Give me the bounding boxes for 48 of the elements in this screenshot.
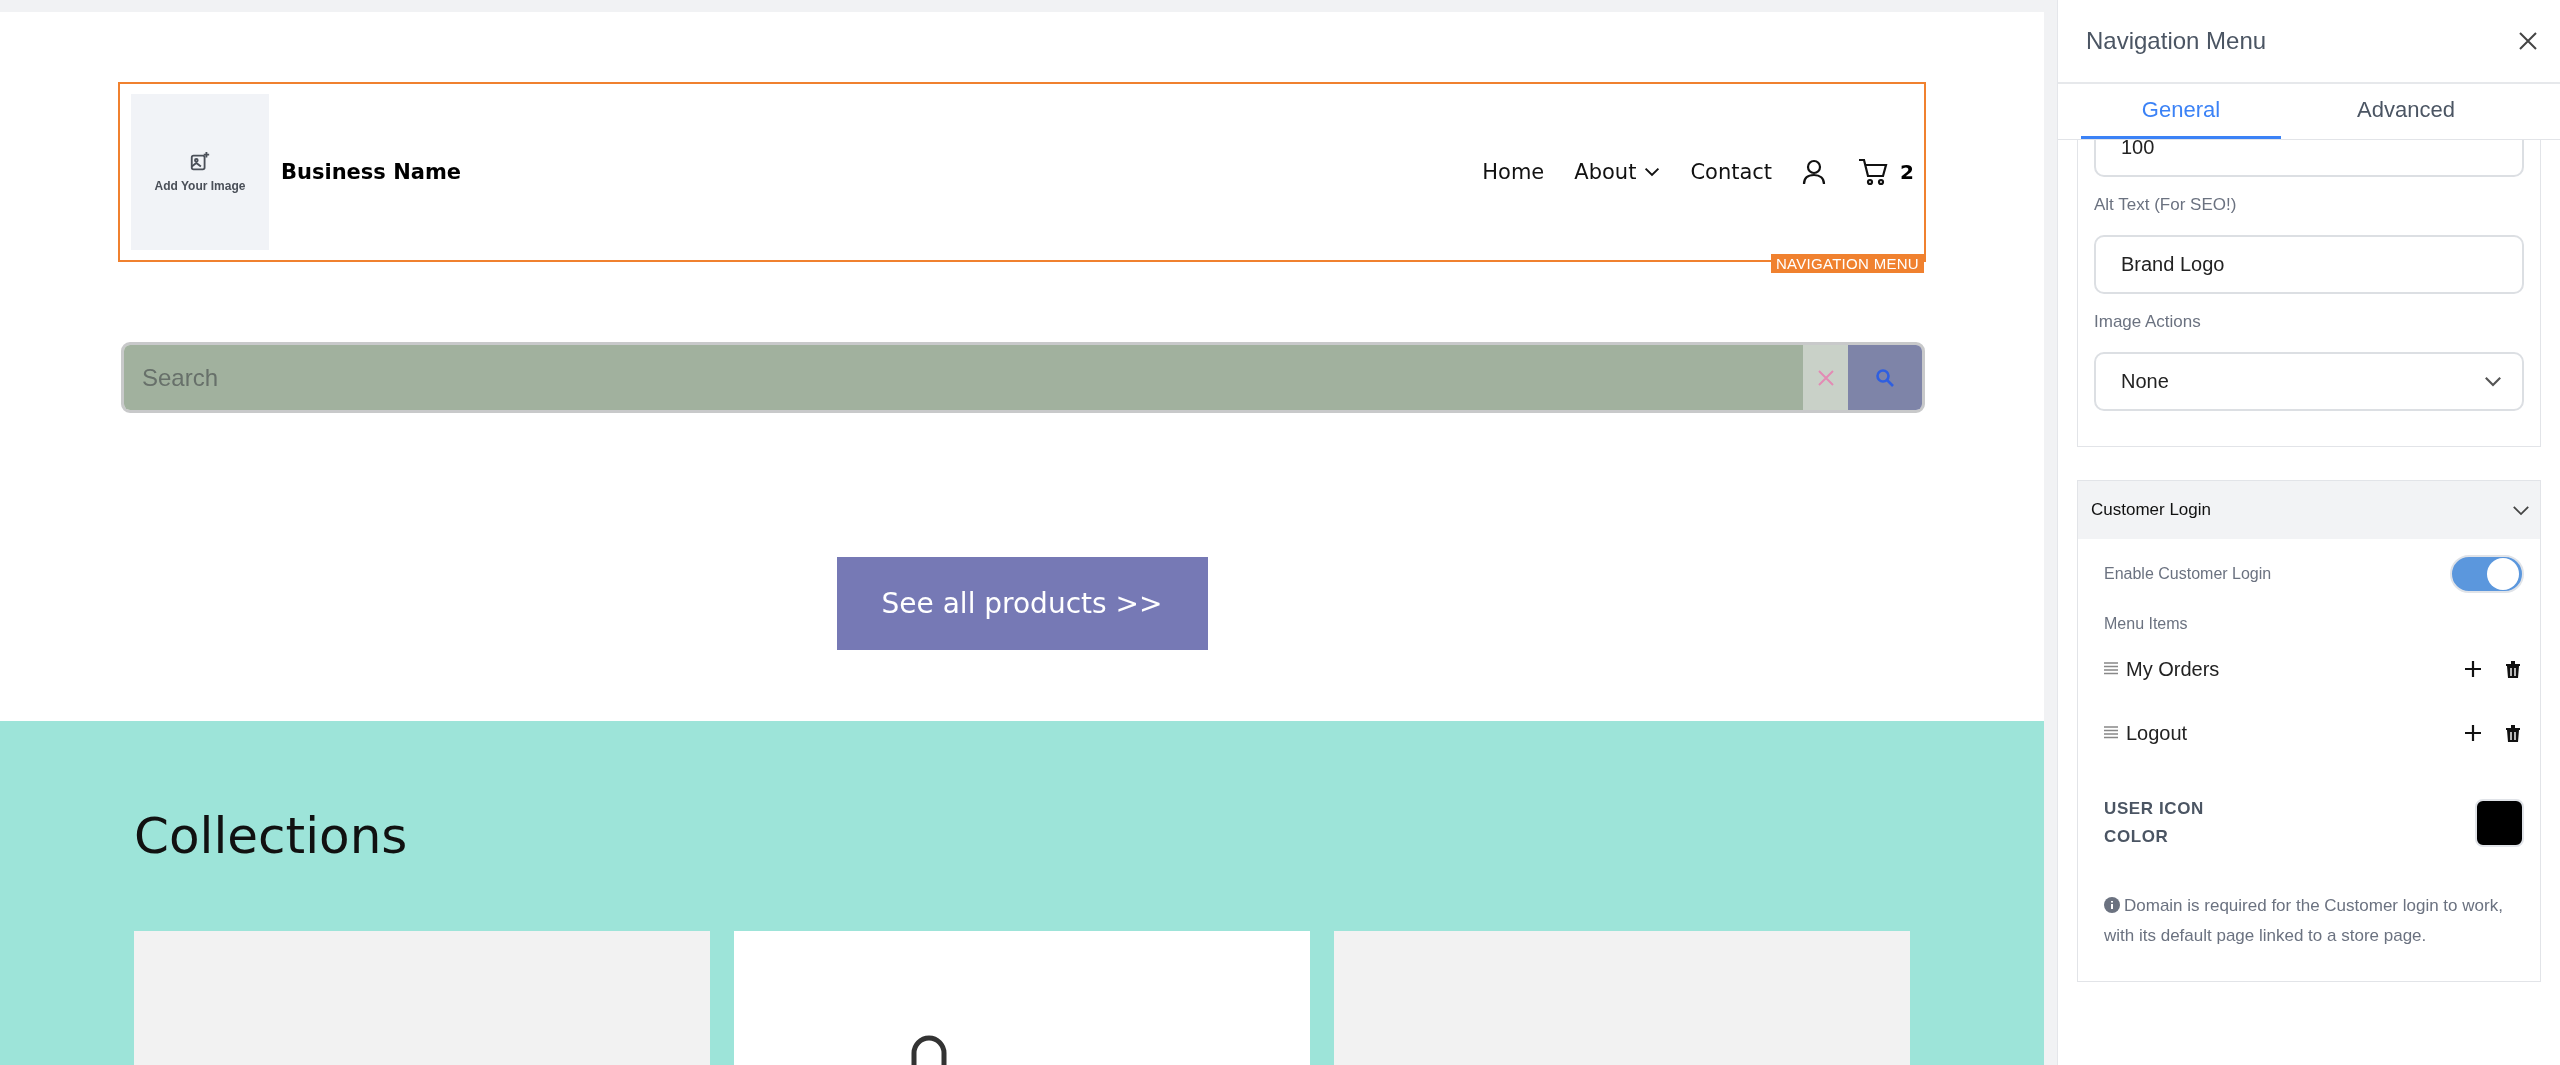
color-label: USER ICON COLOR (2104, 798, 2205, 849)
close-icon (2518, 31, 2538, 51)
toggle-label: Enable Customer Login (2104, 565, 2272, 583)
menu-item-label: Logout (2126, 721, 2189, 745)
chevron-down-icon (1644, 167, 1661, 177)
color-swatch[interactable] (2475, 799, 2524, 848)
delete-button[interactable] (2506, 724, 2520, 742)
trash-icon (2506, 724, 2520, 742)
toggle-switch[interactable] (2450, 555, 2524, 593)
add-button[interactable] (2464, 724, 2482, 742)
chevron-icon (2512, 504, 2530, 516)
user-icon[interactable] (1802, 159, 1827, 185)
delete-button[interactable] (2506, 660, 2520, 678)
nav-link[interactable]: Contact (1690, 160, 1773, 184)
cart-icon[interactable] (1858, 158, 1889, 186)
add-image-icon (189, 151, 211, 173)
chevron-down-icon (2484, 376, 2502, 387)
field-label: Alt Text (For SEO!) (2094, 195, 2238, 215)
close-icon (1816, 368, 1835, 387)
info-note: Domain is required for the Customer login to work, with its default page linked to a store page. (2104, 895, 2504, 947)
placeholder-text: Add Your Image (154, 179, 246, 193)
info-icon (2104, 897, 2120, 914)
search-icon (1875, 367, 1895, 388)
see-all-products-button[interactable]: See all products >> (836, 557, 1208, 650)
close-button[interactable] (2518, 31, 2538, 51)
drag-handle-icon[interactable] (2104, 726, 2118, 740)
business-name: Business Name (281, 160, 462, 184)
trash-icon (2506, 660, 2520, 678)
field-label: Image Actions (2094, 312, 2202, 332)
image-actions-select[interactable]: None (2094, 352, 2524, 411)
section-header[interactable]: Customer Login (2078, 481, 2540, 539)
nav-link[interactable]: About (1574, 160, 1661, 184)
panel-title: Navigation Menu (2086, 27, 2267, 55)
menu-item-label: My Orders (2126, 657, 2221, 681)
section-title: Collections (134, 811, 409, 861)
text-field[interactable]: 100 (2094, 140, 2524, 177)
nav-link[interactable]: Home (1482, 160, 1545, 184)
plus-icon (2464, 724, 2482, 742)
plus-icon (2464, 660, 2482, 678)
tab[interactable]: Advanced (2281, 84, 2531, 139)
drag-handle-icon[interactable] (2104, 662, 2118, 676)
add-button[interactable] (2464, 660, 2482, 678)
menu-items-label: Menu Items (2104, 615, 2188, 632)
image-placeholder[interactable]: Add Your Image (131, 94, 269, 250)
select-value: None (2121, 370, 2169, 393)
text-field[interactable]: Brand Logo (2094, 235, 2524, 294)
selection-label: NAVIGATION MENU (1770, 254, 1924, 273)
cart-count: 2 (1900, 160, 1914, 184)
